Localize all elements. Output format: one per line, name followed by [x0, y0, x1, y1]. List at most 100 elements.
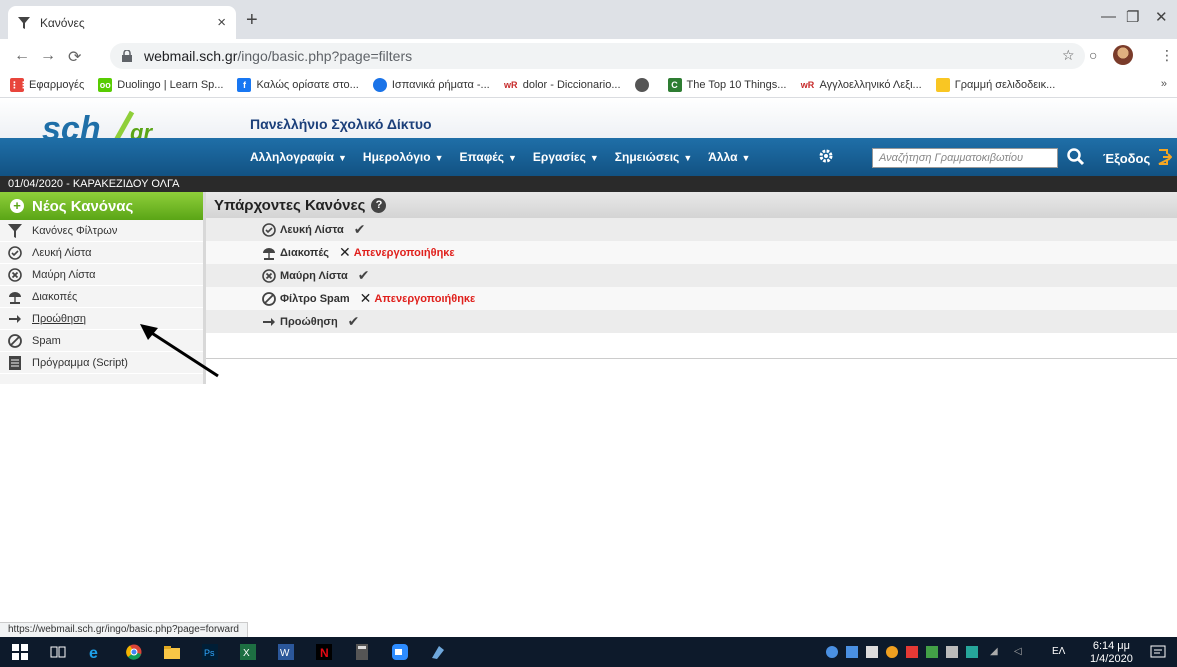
extension-circle-icon[interactable]: ○	[1089, 47, 1097, 63]
menu-calendar[interactable]: Ημερολόγιο ▼	[363, 150, 444, 164]
rule-label[interactable]: Μαύρη Λίστα	[280, 270, 348, 282]
bookmark-duolingo[interactable]: oo Duolingo | Learn Sp...	[98, 77, 223, 92]
ban-icon	[262, 291, 276, 306]
file-explorer-icon[interactable]	[164, 644, 180, 660]
sidebar-item-vacation[interactable]: Διακοπές	[0, 286, 203, 308]
tray-icon[interactable]	[926, 646, 938, 658]
menu-tasks[interactable]: Εργασίες ▼	[533, 150, 599, 164]
sidebar-item-blacklist[interactable]: Μαύρη Λίστα	[0, 264, 203, 286]
calculator-icon[interactable]	[354, 644, 370, 660]
tray-icon[interactable]	[906, 646, 918, 658]
menu-notes[interactable]: Σημειώσεις ▼	[615, 150, 692, 164]
menu-contacts[interactable]: Επαφές ▼	[459, 150, 516, 164]
rule-status[interactable]: ✔	[354, 221, 366, 238]
rule-status[interactable]: ✕ Απενεργοποιήθηκε	[360, 290, 476, 307]
bookmark-english-greek[interactable]: wR Αγγλοελληνικό Λεξι...	[800, 78, 922, 92]
tray-icon[interactable]	[886, 646, 898, 658]
disabled-text: Απενεργοποιήθηκε	[374, 292, 476, 305]
logout-icon[interactable]	[1158, 149, 1172, 165]
excel-icon[interactable]: X	[240, 644, 256, 660]
window-close-icon[interactable]: ✕	[1155, 8, 1168, 26]
rule-label[interactable]: Προώθηση	[280, 316, 338, 328]
bookmark-globe[interactable]	[634, 77, 654, 92]
bookmarks-more-icon[interactable]: »	[1161, 78, 1167, 90]
help-icon[interactable]: ?	[371, 197, 387, 213]
notification-icon[interactable]	[1150, 644, 1166, 660]
gear-icon[interactable]	[818, 148, 834, 164]
rule-row[interactable]: Διακοπές ✕ Απενεργοποιήθηκε	[206, 241, 1177, 264]
rule-row[interactable]: Φίλτρο Spam ✕ Απενεργοποιήθηκε	[206, 287, 1177, 310]
photoshop-icon[interactable]: Ps	[202, 644, 218, 660]
rule-row[interactable]: Προώθηση ✔	[206, 310, 1177, 333]
browser-tab[interactable]: Κανόνες ×	[8, 6, 236, 39]
minimize-icon[interactable]: —	[1101, 8, 1116, 25]
wifi-icon[interactable]: ◢	[990, 646, 1002, 658]
svg-text:Ps: Ps	[204, 648, 215, 658]
tray-icon[interactable]	[866, 646, 878, 658]
netflix-icon[interactable]: N	[316, 644, 332, 660]
taskbar-clock[interactable]: 6:14 μμ 1/4/2020	[1090, 640, 1133, 666]
bookmark-folder[interactable]: Γραμμή σελιδοδεικ...	[935, 77, 1055, 92]
tray-icon[interactable]	[946, 646, 958, 658]
status-url-bar: https://webmail.sch.gr/ingo/basic.php?pa…	[0, 622, 248, 637]
volume-icon[interactable]: ◁	[1014, 646, 1026, 658]
caret-down-icon: ▼	[434, 153, 444, 163]
rule-label[interactable]: Φίλτρο Spam	[280, 293, 350, 305]
bookmark-star-icon[interactable]: ☆	[1062, 47, 1075, 64]
reload-icon[interactable]: ⟳	[68, 47, 81, 67]
chrome-icon[interactable]	[126, 644, 142, 660]
ie-icon[interactable]: e	[88, 644, 104, 660]
rule-status[interactable]: ✔	[348, 313, 360, 330]
rules-panel: Υπάρχοντες Κανόνες ? Λευκή Λίστα ✔ Διακο…	[206, 192, 1177, 359]
folder-icon	[935, 77, 950, 92]
task-view-icon[interactable]	[50, 644, 66, 660]
search-icon[interactable]	[1066, 147, 1086, 167]
apps-grid-icon: ⋮⋮	[10, 77, 28, 92]
sidebar-item-whitelist[interactable]: Λευκή Λίστα	[0, 242, 203, 264]
x-circle-icon	[8, 267, 22, 282]
duolingo-icon: oo	[98, 77, 113, 92]
menu-mail[interactable]: Αλληλογραφία ▼	[250, 150, 347, 164]
bookmark-wordreference[interactable]: wR dolor - Diccionario...	[504, 78, 621, 92]
word-icon[interactable]: W	[278, 644, 294, 660]
tray-icon[interactable]	[846, 646, 858, 658]
url-host: webmail.sch.gr	[144, 48, 238, 64]
url-input[interactable]: webmail.sch.gr/ingo/basic.php?page=filte…	[110, 43, 1085, 69]
back-icon[interactable]: ←	[14, 47, 30, 65]
tray-icon[interactable]	[966, 646, 978, 658]
tab-close-button[interactable]: ×	[217, 14, 226, 31]
bookmark-apps[interactable]: ⋮⋮ Εφαρμογές	[10, 77, 84, 92]
language-indicator[interactable]: ΕΛ	[1052, 646, 1065, 657]
caret-down-icon: ▼	[741, 153, 751, 163]
mailbox-search-input[interactable]: Αναζήτηση Γραμματοκιβωτίου	[872, 148, 1058, 168]
rule-row[interactable]: Λευκή Λίστα ✔	[206, 218, 1177, 241]
tray-icon[interactable]	[826, 646, 838, 658]
browser-menu-icon[interactable]: ⋮	[1160, 47, 1174, 64]
url-path: /ingo/basic.php?page=filters	[237, 48, 413, 64]
rule-label[interactable]: Λευκή Λίστα	[280, 224, 344, 236]
windows-start-icon[interactable]	[12, 644, 28, 660]
wordreference-icon: wR	[800, 79, 815, 90]
bookmark-facebook[interactable]: f Καλώς ορίσατε στο...	[237, 77, 359, 92]
page-title: Υπάρχοντες Κανόνες ?	[206, 192, 1177, 218]
rule-row[interactable]: Μαύρη Λίστα ✔	[206, 264, 1177, 287]
arrow-right-icon	[263, 317, 275, 326]
new-rule-button[interactable]: + Νέος Κανόνας	[0, 192, 203, 220]
rule-status[interactable]: ✕ Απενεργοποιήθηκε	[339, 244, 455, 261]
bookmark-spanish-verbs[interactable]: Ισπανικά ρήματα -...	[372, 77, 490, 92]
sidebar-item-filter-rules[interactable]: Κανόνες Φίλτρων	[0, 220, 203, 242]
rules-list: Λευκή Λίστα ✔ Διακοπές ✕ Απενεργοποιήθηκε…	[206, 218, 1177, 333]
logout-link[interactable]: Έξοδος	[1103, 151, 1150, 166]
new-tab-button[interactable]: +	[246, 9, 258, 32]
restore-icon[interactable]: ❐	[1126, 8, 1139, 26]
enabled-check-icon: ✔	[353, 221, 366, 237]
profile-avatar[interactable]	[1113, 45, 1133, 65]
rule-status[interactable]: ✔	[358, 267, 370, 284]
forward-icon[interactable]: →	[40, 47, 56, 65]
zoom-icon[interactable]	[392, 644, 408, 660]
app-icon[interactable]	[430, 644, 446, 660]
chat-bubble-icon	[372, 77, 387, 92]
menu-other[interactable]: Άλλα ▼	[708, 150, 750, 164]
rule-label[interactable]: Διακοπές	[280, 247, 329, 259]
bookmark-top10[interactable]: C The Top 10 Things...	[667, 77, 786, 92]
